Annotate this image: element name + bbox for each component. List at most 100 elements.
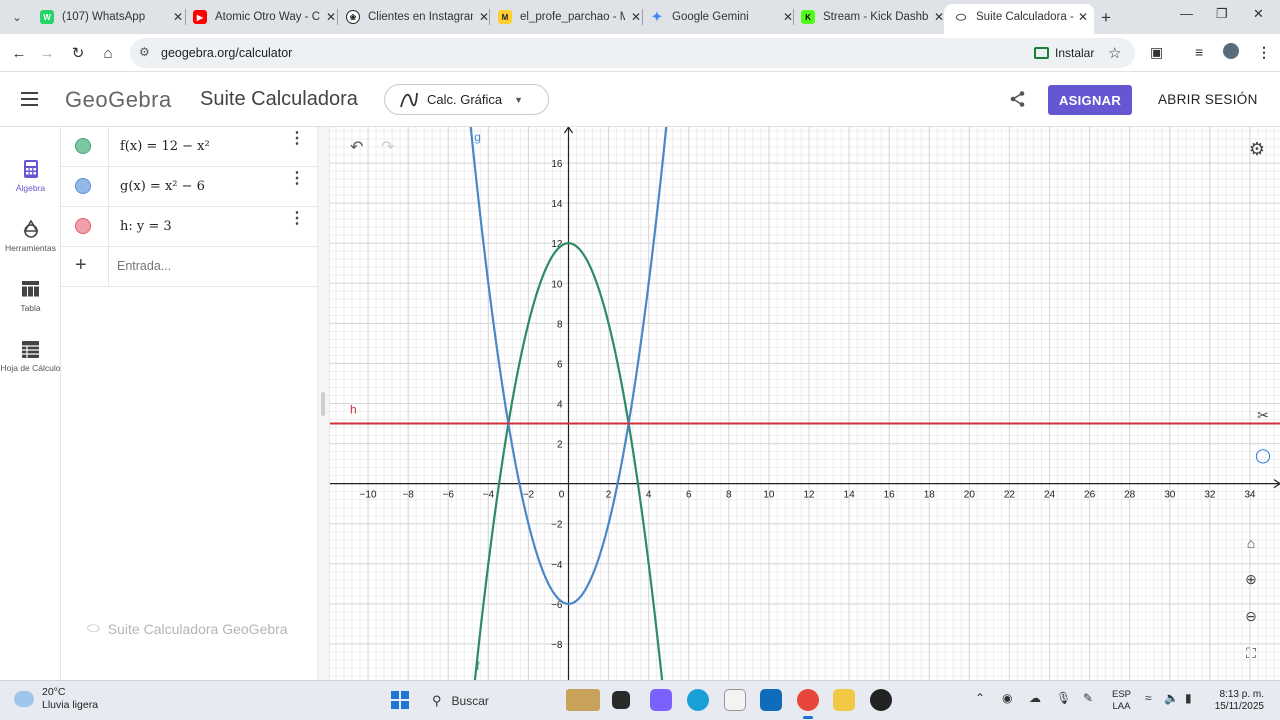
close-icon[interactable]: ✕ <box>479 10 489 24</box>
bookmark-star-icon[interactable]: ☆ <box>1108 44 1121 62</box>
chrome-icon[interactable] <box>797 689 819 711</box>
visibility-toggle[interactable] <box>75 138 91 154</box>
task-view-icon[interactable] <box>612 691 630 709</box>
more-options-icon[interactable]: ⋮ <box>289 211 305 227</box>
weather-widget[interactable]: 20°C Lluvia ligera <box>14 686 98 712</box>
more-options-icon[interactable]: ⋮ <box>289 171 305 187</box>
app-picker-dropdown[interactable]: Calc. Gráfica ▼ <box>384 84 549 115</box>
rail-item-tools[interactable]: Herramientas <box>0 219 61 253</box>
pen-icon[interactable]: ✎ <box>1083 691 1093 705</box>
tab-youtube[interactable]: ▶ Atomic Otro Way - C ✕ <box>193 4 336 30</box>
close-icon[interactable]: ✕ <box>934 10 944 24</box>
tray-app-icon[interactable]: ◉ <box>1002 691 1012 705</box>
wifi-icon[interactable]: ≈ <box>1145 691 1152 705</box>
volume-icon[interactable]: 🔈 <box>1164 691 1179 705</box>
tab-search-chevron-icon[interactable]: ⌄ <box>6 6 28 28</box>
rail-item-table[interactable]: Tabla <box>0 279 61 313</box>
new-tab-plus-icon[interactable]: + <box>1101 8 1111 28</box>
expression[interactable]: f(x) = 12 − x² <box>120 139 210 154</box>
visibility-toggle[interactable] <box>75 218 91 234</box>
rail-item-algebra[interactable]: Álgebra <box>0 159 61 193</box>
clock[interactable]: 8:13 p. m. 15/11/2025 <box>1208 689 1264 713</box>
zoom-out-icon[interactable]: ⊖ <box>1238 603 1264 629</box>
search-highlight-icon[interactable] <box>566 689 600 711</box>
x-tick-label: 8 <box>726 490 732 501</box>
zoom-in-icon[interactable]: ⊕ <box>1238 566 1264 592</box>
panel-splitter[interactable] <box>317 127 330 680</box>
window-close-icon[interactable]: ✕ <box>1253 6 1264 22</box>
tab-instagram-clients[interactable]: ❀ Clientes en Instagram ✕ <box>346 4 489 30</box>
chat-assistant-icon[interactable]: ◯ <box>1250 442 1276 468</box>
redo-icon[interactable]: ↷ <box>381 137 394 157</box>
x-tick-label: 34 <box>1244 490 1256 501</box>
back-arrow-icon[interactable]: ← <box>8 42 30 64</box>
graphics-view[interactable]: −10 −8 −6 −4 −2 0 2 4 6 8 10 12 14 16 18 20 22 24 26 28 30 32… <box>330 127 1280 680</box>
scissors-icon[interactable]: ✂ <box>1250 402 1276 428</box>
tab-title: el_profe_parchao - M <box>520 11 625 23</box>
browser-menu-icon[interactable]: ⋮ <box>1257 44 1271 61</box>
close-icon[interactable]: ✕ <box>173 10 183 24</box>
miro-icon: M <box>498 10 512 24</box>
close-icon[interactable]: ✕ <box>326 10 336 24</box>
onedrive-icon[interactable]: ☁ <box>1029 691 1041 705</box>
search-icon: ⚲ <box>432 693 442 708</box>
amazon-icon[interactable] <box>724 689 746 711</box>
site-info-icon[interactable]: ⚙ <box>139 45 150 59</box>
algebra-row-f[interactable]: f(x) = 12 − x² ⋮ <box>61 127 317 167</box>
tools-icon <box>21 219 41 239</box>
more-options-icon[interactable]: ⋮ <box>289 131 305 147</box>
install-icon <box>1034 47 1049 59</box>
url-field[interactable]: ⚙ geogebra.org/calculator Instalar ☆ <box>130 38 1135 68</box>
windows-start-icon[interactable] <box>391 691 409 709</box>
copilot-icon[interactable] <box>650 689 672 711</box>
share-icon[interactable] <box>1009 90 1027 108</box>
store-icon[interactable] <box>760 689 782 711</box>
algebra-row-h[interactable]: h: y = 3 ⋮ <box>61 207 317 247</box>
install-app-button[interactable]: Instalar <box>1030 42 1100 64</box>
close-icon[interactable]: ✕ <box>631 10 641 24</box>
tab-geogebra[interactable]: ⬭ Suite Calculadora - G ✕ <box>944 4 1094 34</box>
settings-gear-icon[interactable]: ⚙ <box>1244 136 1270 162</box>
forward-arrow-icon[interactable]: → <box>36 42 58 64</box>
minimize-icon[interactable]: — <box>1180 6 1193 21</box>
fullscreen-icon[interactable]: ⛶ <box>1238 640 1264 666</box>
media-controls-icon[interactable]: ≡ <box>1195 44 1203 60</box>
home-icon[interactable]: ⌂ <box>97 42 119 64</box>
extensions-puzzle-icon[interactable]: ▣ <box>1150 44 1163 61</box>
graph-canvas[interactable]: −10 −8 −6 −4 −2 0 2 4 6 8 10 12 14 16 18 20 22 24 26 28 30 32… <box>330 127 1280 680</box>
microphone-icon[interactable]: 🎙 <box>1056 691 1071 705</box>
tab-divider <box>337 9 338 25</box>
tab-whatsapp[interactable]: W (107) WhatsApp ✕ <box>40 4 183 30</box>
profile-avatar[interactable] <box>1223 43 1239 59</box>
login-button[interactable]: ABRIR SESIÓN <box>1158 92 1258 107</box>
expression[interactable]: g(x) = x² − 6 <box>120 179 205 194</box>
hamburger-menu-icon[interactable] <box>21 92 38 106</box>
algebra-input[interactable]: Entrada... <box>117 259 171 273</box>
visibility-toggle[interactable] <box>75 178 91 194</box>
home-view-icon[interactable]: ⌂ <box>1238 530 1264 556</box>
expression[interactable]: h: y = 3 <box>120 219 172 234</box>
app-header: GeoGebra Suite Calculadora Calc. Gráfica… <box>0 72 1280 127</box>
undo-icon[interactable]: ↶ <box>350 137 363 157</box>
algebra-input-row[interactable]: + Entrada... <box>61 247 317 287</box>
algebra-row-g[interactable]: g(x) = x² − 6 ⋮ <box>61 167 317 207</box>
assign-button[interactable]: ASIGNAR <box>1048 85 1132 115</box>
restore-icon[interactable]: ❐ <box>1216 6 1228 22</box>
close-icon[interactable]: ✕ <box>1078 10 1088 24</box>
battery-icon[interactable]: ▮ <box>1185 691 1192 705</box>
whatsapp-icon: W <box>40 10 54 24</box>
splitter-grip[interactable] <box>321 392 325 416</box>
language-indicator[interactable]: ESP LAA <box>1112 689 1131 713</box>
file-explorer-icon[interactable] <box>833 689 855 711</box>
tab-kick[interactable]: K Stream - Kick Dashb ✕ <box>801 4 944 30</box>
x-tick-label: 4 <box>646 490 652 501</box>
edge-icon[interactable] <box>687 689 709 711</box>
chevron-up-icon[interactable]: ⌃ <box>975 691 985 705</box>
tab-miro[interactable]: M el_profe_parchao - M ✕ <box>498 4 641 30</box>
rail-item-spreadsheet[interactable]: Hoja de Cálculo <box>0 339 61 373</box>
add-icon[interactable]: + <box>75 254 87 277</box>
close-icon[interactable]: ✕ <box>783 10 793 24</box>
reload-icon[interactable]: ↻ <box>67 42 89 64</box>
app-icon[interactable] <box>870 689 892 711</box>
tab-gemini[interactable]: ✦ Google Gemini ✕ <box>650 4 794 30</box>
